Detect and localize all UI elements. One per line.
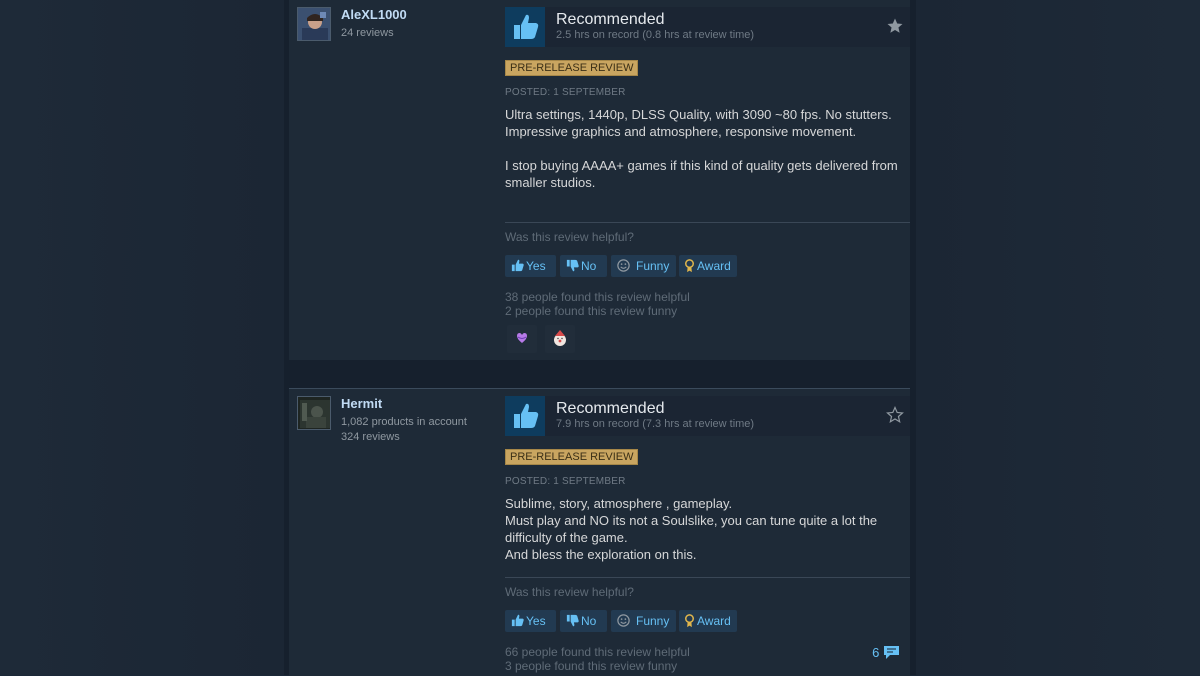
funny-count: 2 people found this review funny — [505, 304, 678, 318]
review-body: Ultra settings, 1440p, DLSS Quality, wit… — [505, 106, 905, 208]
avatar[interactable] — [297, 7, 331, 41]
vote-header[interactable]: Recommended 7.9 hrs on record (7.3 hrs a… — [505, 396, 910, 436]
award-ribbon-icon — [685, 259, 694, 273]
author-review-count[interactable]: 24 reviews — [341, 26, 394, 41]
no-label: No — [581, 614, 597, 628]
review-line: And bless the exploration on this. — [505, 547, 697, 562]
page-background-right — [911, 0, 1200, 675]
posted-date: POSTED: 1 SEPTEMBER — [505, 87, 626, 98]
helpful-question: Was this review helpful? — [505, 230, 634, 244]
comment-bubble-icon — [884, 646, 899, 659]
author-meta: 1,082 products in account 324 reviews — [341, 415, 467, 445]
comment-count: 6 — [872, 645, 880, 660]
review-content: Recommended 2.5 hrs on record (0.8 hrs a… — [505, 7, 910, 353]
review-verdict: Recommended — [556, 11, 665, 28]
divider — [505, 222, 910, 223]
review-counts: 38 people found this review helpful 2 pe… — [505, 290, 690, 318]
yes-label: Yes — [526, 259, 546, 273]
no-button[interactable]: No — [560, 610, 607, 632]
posted-date: POSTED: 1 SEPTEMBER — [505, 476, 626, 487]
yes-button[interactable]: Yes — [505, 255, 556, 277]
yes-label: Yes — [526, 614, 546, 628]
award-button[interactable]: Award — [679, 610, 737, 632]
author-name[interactable]: AleXL1000 — [341, 7, 407, 22]
no-label: No — [581, 259, 597, 273]
smiley-icon — [617, 614, 630, 627]
funny-count: 3 people found this review funny — [505, 659, 678, 673]
funny-label: Funny — [636, 259, 670, 273]
pre-release-badge: PRE-RELEASE REVIEW — [505, 449, 639, 465]
thumbs-down-icon — [566, 614, 579, 627]
review-content: Recommended 7.9 hrs on record (7.3 hrs a… — [505, 396, 910, 673]
helpful-count: 38 people found this review helpful — [505, 290, 690, 304]
thumbs-up-icon — [505, 7, 545, 47]
yes-button[interactable]: Yes — [505, 610, 556, 632]
star-outline-icon[interactable] — [886, 406, 904, 424]
page-background-left — [0, 0, 289, 675]
avatar[interactable] — [297, 396, 331, 430]
review-line: Must play and NO its not a Soulslike, yo… — [505, 513, 878, 545]
review-body: Sublime, story, atmosphere , gameplay. M… — [505, 495, 905, 563]
funny-button[interactable]: Funny — [611, 255, 676, 277]
award-ribbon-icon — [685, 614, 694, 628]
award-label: Award — [697, 614, 731, 628]
thumbs-up-icon — [505, 396, 545, 436]
pre-release-badge: PRE-RELEASE REVIEW — [505, 60, 639, 76]
thumbs-up-icon — [511, 259, 524, 272]
author-name[interactable]: Hermit — [341, 396, 382, 411]
review-counts: 66 people found this review helpful 3 pe… — [505, 645, 690, 673]
thumbs-down-icon — [566, 259, 579, 272]
clown-award-icon[interactable] — [545, 325, 575, 353]
review-card: AleXL1000 24 reviews Recommended 2.5 hrs… — [289, 0, 910, 360]
author-product-count[interactable]: 1,082 products in account — [341, 415, 467, 430]
thumbs-up-icon — [511, 614, 524, 627]
divider — [505, 577, 910, 578]
playtime-hours: 2.5 hrs on record (0.8 hrs at review tim… — [556, 29, 755, 41]
star-filled-icon[interactable] — [886, 17, 904, 35]
helpful-question: Was this review helpful? — [505, 585, 634, 599]
author-review-count[interactable]: 324 reviews — [341, 430, 467, 445]
comment-count-link[interactable]: 6 — [872, 645, 900, 660]
review-paragraph: I stop buying AAAA+ games if this kind o… — [505, 158, 898, 190]
funny-button[interactable]: Funny — [611, 610, 676, 632]
vote-header[interactable]: Recommended 2.5 hrs on record (0.8 hrs a… — [505, 7, 910, 47]
playtime-hours: 7.9 hrs on record (7.3 hrs at review tim… — [556, 418, 755, 430]
helpful-count: 66 people found this review helpful — [505, 645, 690, 659]
heart-award-icon[interactable] — [507, 325, 537, 353]
review-verdict: Recommended — [556, 400, 665, 417]
smiley-icon — [617, 259, 630, 272]
award-button[interactable]: Award — [679, 255, 737, 277]
review-paragraph: Ultra settings, 1440p, DLSS Quality, wit… — [505, 107, 892, 139]
review-card: Hermit 1,082 products in account 324 rev… — [289, 388, 910, 676]
funny-label: Funny — [636, 614, 670, 628]
author-meta: 24 reviews — [341, 26, 394, 41]
award-label: Award — [697, 259, 731, 273]
review-line: Sublime, story, atmosphere , gameplay. — [505, 496, 733, 511]
no-button[interactable]: No — [560, 255, 607, 277]
